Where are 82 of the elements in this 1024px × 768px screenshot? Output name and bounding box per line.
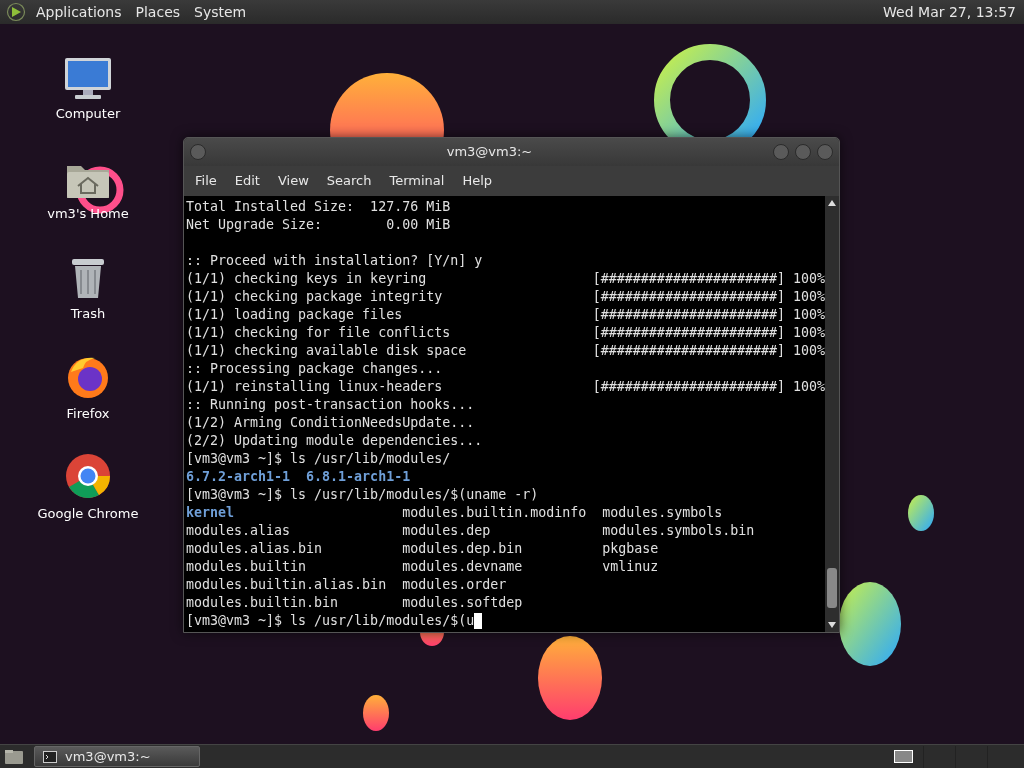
terminal-line: [vm3@vm3 ~]$ ls /usr/lib/modules/$(u [186,612,475,630]
desktop-icon-label: vm3's Home [47,205,129,223]
file-name: modules.order [402,576,507,594]
file-name: modules.symbols.bin [602,522,755,540]
terminal-line: [vm3@vm3 ~]$ ls /usr/lib/modules/ [186,450,451,468]
terminal-line: :: Proceed with installation? [Y/n] y [186,252,483,270]
terminal-line: [vm3@vm3 ~]$ ls /usr/lib/modules/$(uname -r) [186,486,539,504]
progress-bar-text: [######################] [592,378,785,396]
maximize-button[interactable] [795,144,811,160]
directory-names: 6.7.2-arch1-1 6.8.1-arch1-1 [186,468,411,486]
percent-text: 100% [792,270,825,288]
menu-item[interactable]: Help [453,171,502,191]
file-name: modules.alias.bin [186,540,323,558]
file-name: modules.builtin.modinfo [402,504,587,522]
desktop-icon-label: Computer [55,105,121,123]
terminal-line: (1/1) checking package integrity [186,288,444,306]
percent-text: 100% [792,324,825,342]
terminal-line: (1/1) reinstalling linux-headers [186,378,444,396]
file-name: modules.builtin [186,558,307,576]
terminal-icon [43,750,57,763]
desktop-icon[interactable]: Computer [28,44,148,144]
file-name: modules.dep [402,522,491,540]
terminal-line: Net Upgrade Size: 0.00 MiB [186,216,451,234]
terminal-line: Total Installed Size: 127.76 MiB [186,198,451,216]
taskbar-task[interactable]: vm3@vm3:~ [34,746,200,767]
progress-bar-text: [######################] [592,324,785,342]
file-name: modules.softdep [402,594,523,612]
panel-menu[interactable]: Applications [32,1,126,23]
progress-bar-text: [######################] [592,270,785,288]
percent-text: 100% [792,306,825,324]
terminal-line: (2/2) Updating module dependencies... [186,432,483,450]
scrollbar[interactable] [825,196,839,632]
terminal-line: (1/1) loading package files [186,306,404,324]
window-title: vm3@vm3:~ [445,143,534,162]
window-menu-button[interactable] [190,144,206,160]
panel-menu[interactable]: System [190,1,251,23]
file-name: modules.dep.bin [402,540,523,558]
desktop-icon-label: Google Chrome [37,505,139,523]
panel-menu[interactable]: Places [131,1,185,23]
file-name: modules.symbols [602,504,723,522]
file-name: modules.builtin.bin [186,594,339,612]
terminal-line: (1/1) checking for file conflicts [186,324,452,342]
desktop-icon[interactable]: Google Chrome [28,444,148,544]
desktop-icon-label: Trash [70,305,106,323]
minimize-button[interactable] [773,144,789,160]
scrollbar-thumb[interactable] [827,568,837,608]
file-name: modules.devname [402,558,523,576]
directory-name: kernel [186,504,235,522]
desktop-icon[interactable]: Trash [28,244,148,344]
file-name: modules.builtin.alias.bin [186,576,387,594]
terminal-line: :: Processing package changes... [186,360,443,378]
browser-icon [64,452,112,500]
percent-text: 100% [792,342,825,360]
show-desktop-icon[interactable] [4,748,24,765]
terminal-line: (1/1) checking available disk space [186,342,468,360]
menu-item[interactable]: Edit [225,171,269,191]
trash-can-icon [69,256,107,300]
menu-item[interactable]: Search [317,171,381,191]
menu-item[interactable]: View [268,171,318,191]
terminal-line: (1/2) Arming ConditionNeedsUpdate... [186,414,475,432]
terminal-line: (1/1) checking keys in keyring [186,270,428,288]
percent-text: 100% [792,378,825,396]
terminal-line: :: Running post-transaction hooks... [186,396,475,414]
play-logo-icon [6,2,26,22]
file-name: vmlinuz [602,558,659,576]
monitor-icon [63,56,113,100]
progress-bar-text: [######################] [592,342,785,360]
clock[interactable]: Wed Mar 27, 13:57 [883,1,1018,23]
desktop-icon[interactable]: Firefox [28,344,148,444]
percent-text: 100% [792,288,825,306]
close-button[interactable] [817,144,833,160]
file-name: pkgbase [602,540,659,558]
text-cursor [474,613,483,629]
desktop-icon[interactable]: vm3's Home [28,144,148,244]
scroll-down-arrow-icon[interactable] [828,622,836,628]
menu-item[interactable]: Terminal [380,171,454,191]
menu-item[interactable]: File [186,171,226,191]
file-name: modules.alias [186,522,291,540]
scroll-up-arrow-icon[interactable] [828,200,836,206]
progress-bar-text: [######################] [592,306,785,324]
progress-bar-text: [######################] [592,288,785,306]
desktop-icon-label: Firefox [66,405,110,423]
